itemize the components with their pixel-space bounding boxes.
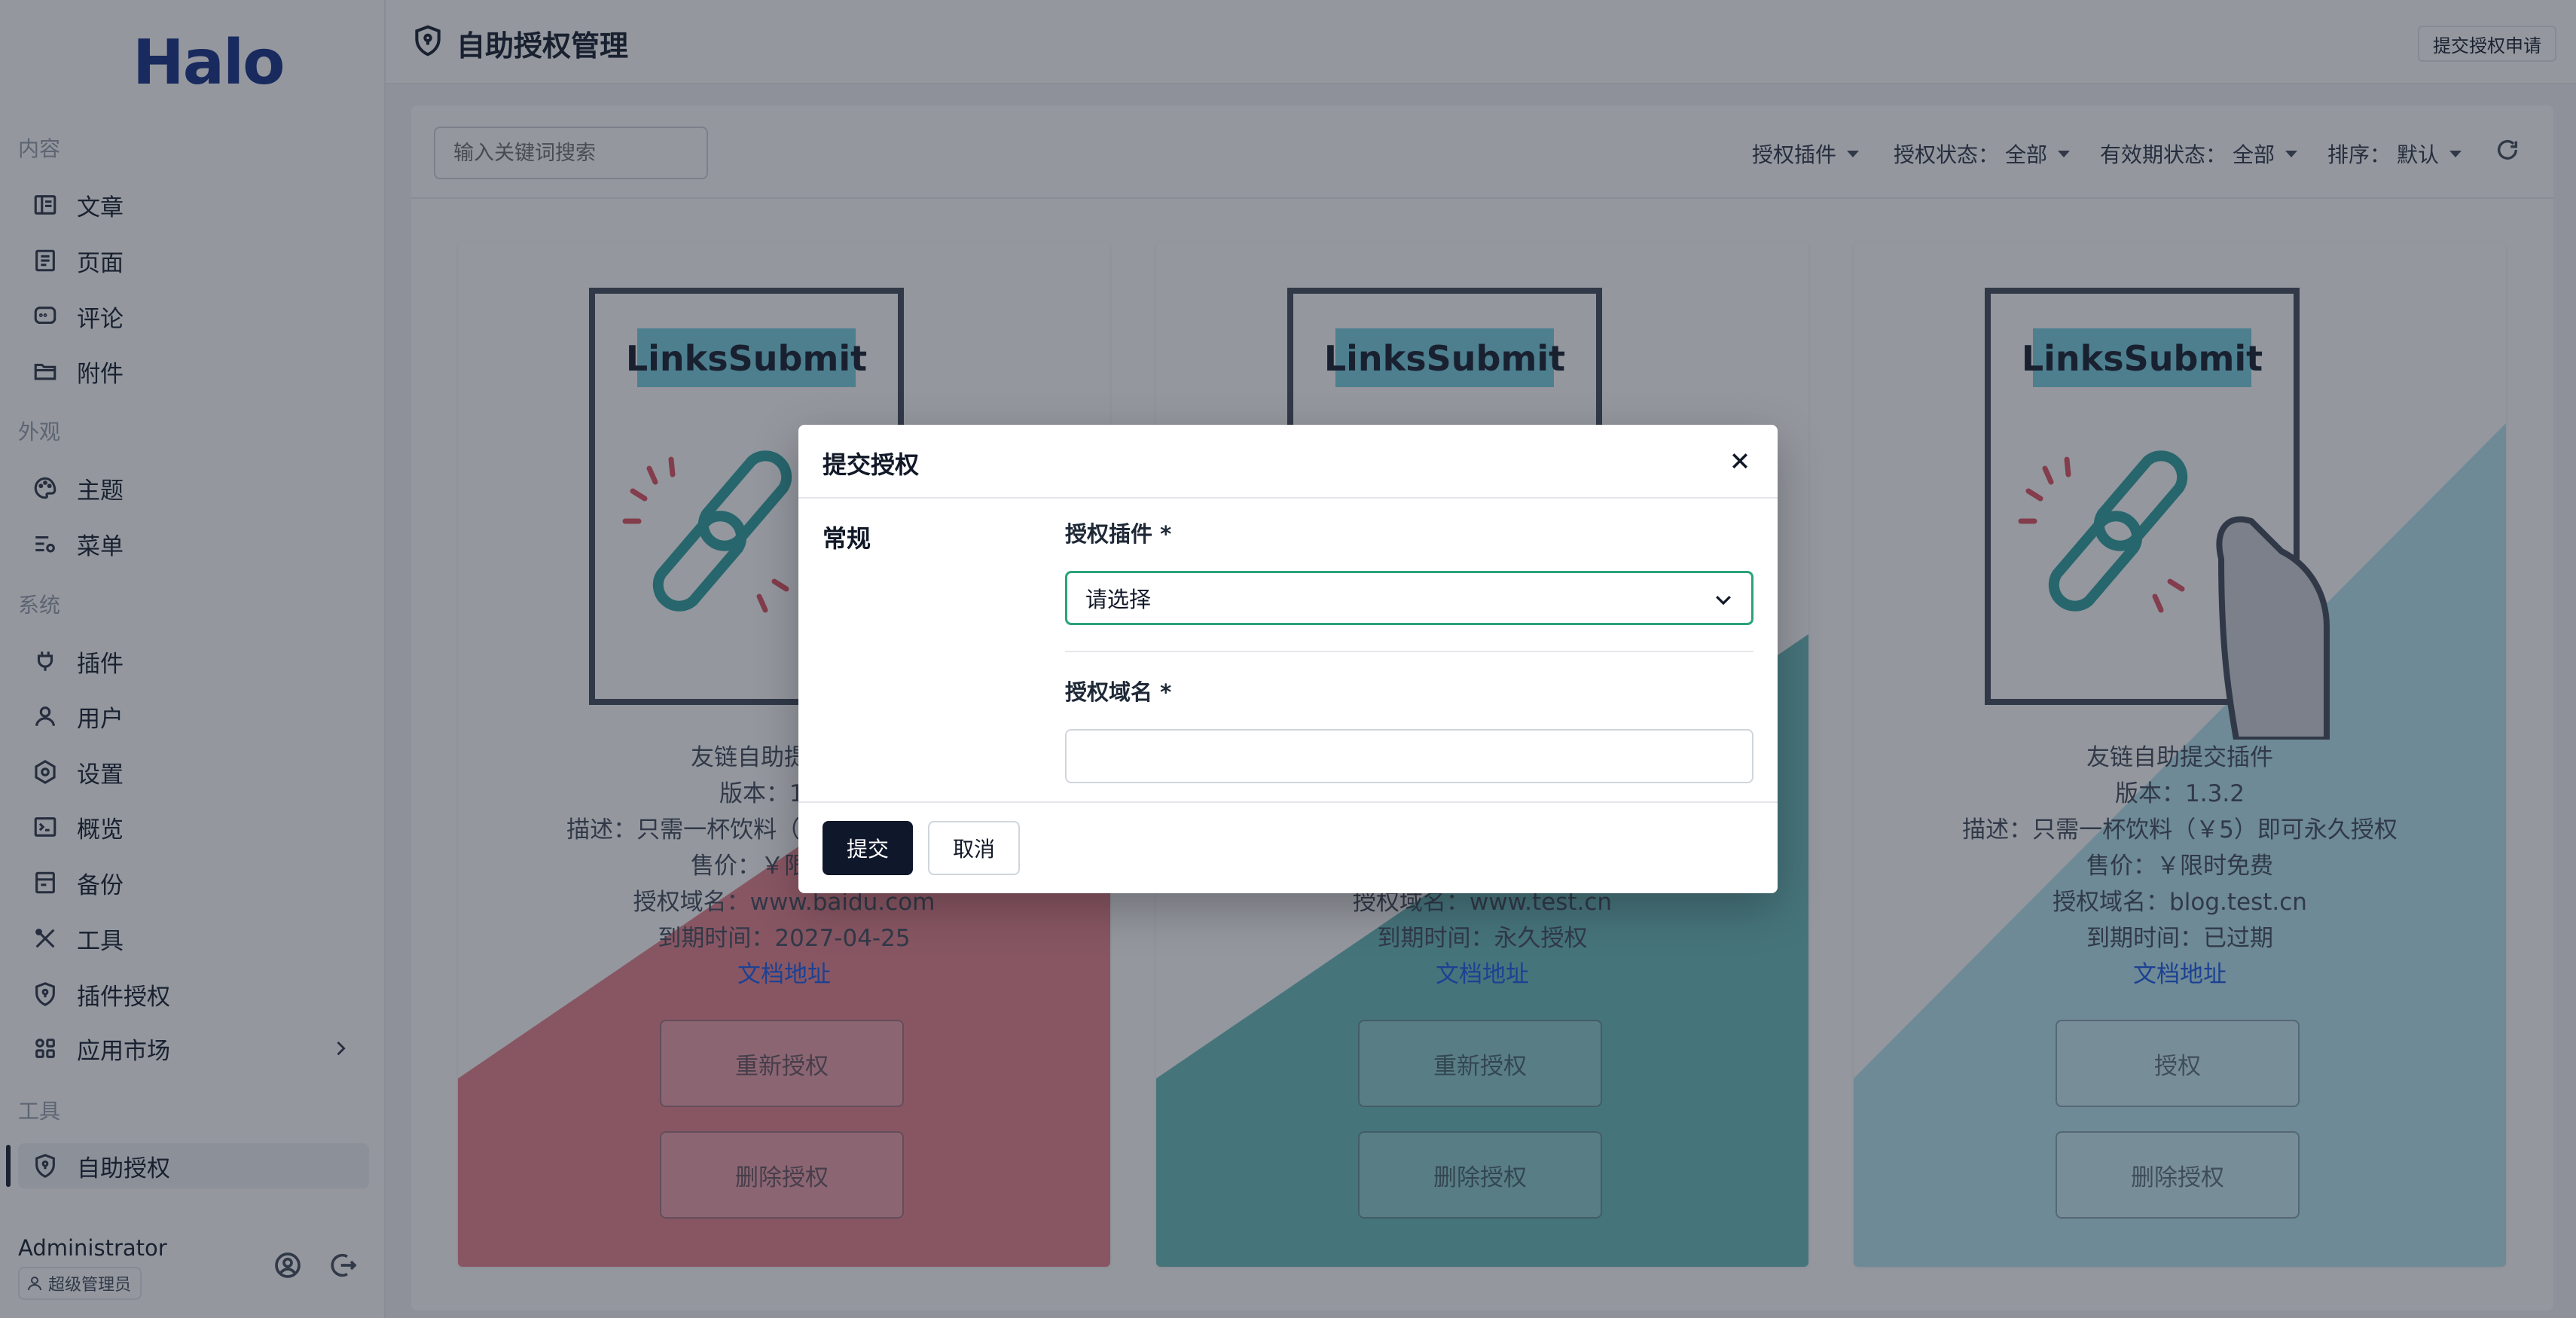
domain-field-label: 授权域名 * (1065, 679, 1172, 705)
modal-header: 提交授权 (798, 425, 1778, 499)
plugin-field-label: 授权插件 * (1065, 521, 1172, 547)
cancel-button[interactable]: 取消 (928, 821, 1020, 875)
submit-button[interactable]: 提交 (823, 821, 913, 875)
close-button[interactable] (1719, 440, 1761, 482)
modal-footer: 提交 取消 (798, 801, 1778, 893)
section-label: 常规 (823, 524, 871, 553)
modal-title: 提交授权 (823, 450, 920, 479)
close-icon (1732, 453, 1747, 468)
domain-input[interactable] (1065, 729, 1753, 783)
field-divider (1065, 651, 1753, 652)
plugin-select-value: 请选择 (1085, 587, 1152, 612)
chevron-down-icon (1712, 588, 1735, 611)
submit-license-modal: 提交授权 常规 授权插件 * 请选择 授权域名 * 提交 取消 (798, 425, 1778, 893)
plugin-select[interactable]: 请选择 (1065, 571, 1753, 625)
